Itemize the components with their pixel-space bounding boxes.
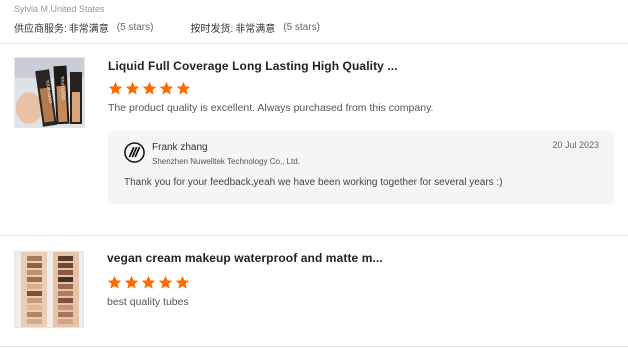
star-icon bbox=[159, 81, 174, 95]
review-content: Liquid Full Coverage Long Lasting High Q… bbox=[108, 59, 614, 114]
reply-date: 20 Jul 2023 bbox=[552, 140, 599, 150]
svg-text:YOUR LOGO: YOUR LOGO bbox=[60, 75, 66, 100]
star-icon bbox=[176, 81, 191, 95]
supplier-service-rating: 供应商服务: 非常满意 (5 stars) bbox=[14, 20, 153, 35]
review-content: vegan cream makeup waterproof and matte … bbox=[107, 251, 614, 308]
rating-value: 非常满意 bbox=[235, 24, 276, 35]
on-time-delivery-rating: 按时发货: 非常满意 (5 stars) bbox=[190, 20, 319, 35]
rating-label: 按时发货: bbox=[190, 24, 234, 35]
star-icon bbox=[175, 275, 190, 289]
product-title-link[interactable]: vegan cream makeup waterproof and matte … bbox=[107, 251, 614, 265]
company-logo-icon bbox=[124, 142, 145, 163]
rating-note: (5 stars) bbox=[116, 22, 154, 33]
star-icon bbox=[141, 275, 156, 289]
star-icon bbox=[125, 81, 140, 95]
reply-company-name: Shenzhen Nuwelltek Technology Co., Ltd. bbox=[152, 157, 300, 166]
rating-note: (5 stars) bbox=[283, 22, 320, 33]
product-title-link[interactable]: Liquid Full Coverage Long Lasting High Q… bbox=[108, 59, 614, 73]
star-rating bbox=[107, 275, 614, 290]
review-text: best quality tubes bbox=[107, 296, 189, 308]
rating-summary: 供应商服务: 非常满意 (5 stars) 按时发货: 非常满意 (5 star… bbox=[14, 20, 320, 35]
star-rating bbox=[108, 81, 614, 96]
product-thumbnail[interactable] bbox=[14, 251, 84, 328]
review-item: YOUR LOGO YOUR LOGO Liquid Full Coverage… bbox=[0, 44, 628, 234]
skin-swatches-photo-icon bbox=[15, 252, 83, 327]
star-icon bbox=[108, 81, 123, 95]
divider bbox=[0, 346, 628, 347]
rating-value: 非常满意 bbox=[68, 24, 109, 35]
star-icon bbox=[158, 275, 173, 289]
supplier-reply: Frank zhang Shenzhen Nuwelltek Technolog… bbox=[108, 131, 614, 204]
star-icon bbox=[107, 275, 122, 289]
review-text: The product quality is excellent. Always… bbox=[108, 102, 434, 114]
product-thumbnail[interactable]: YOUR LOGO YOUR LOGO bbox=[14, 57, 85, 128]
rating-label: 供应商服务: bbox=[14, 24, 67, 35]
reply-text: Thank you for your feedback,yeah we have… bbox=[124, 177, 503, 188]
foundation-bottles-photo-icon: YOUR LOGO YOUR LOGO bbox=[15, 58, 84, 127]
reply-author-name: Frank zhang bbox=[152, 142, 208, 153]
star-icon bbox=[124, 275, 139, 289]
star-icon bbox=[142, 81, 157, 95]
reviewer-name: Sylvia M,United States bbox=[14, 4, 105, 14]
review-item: vegan cream makeup waterproof and matte … bbox=[0, 236, 628, 348]
